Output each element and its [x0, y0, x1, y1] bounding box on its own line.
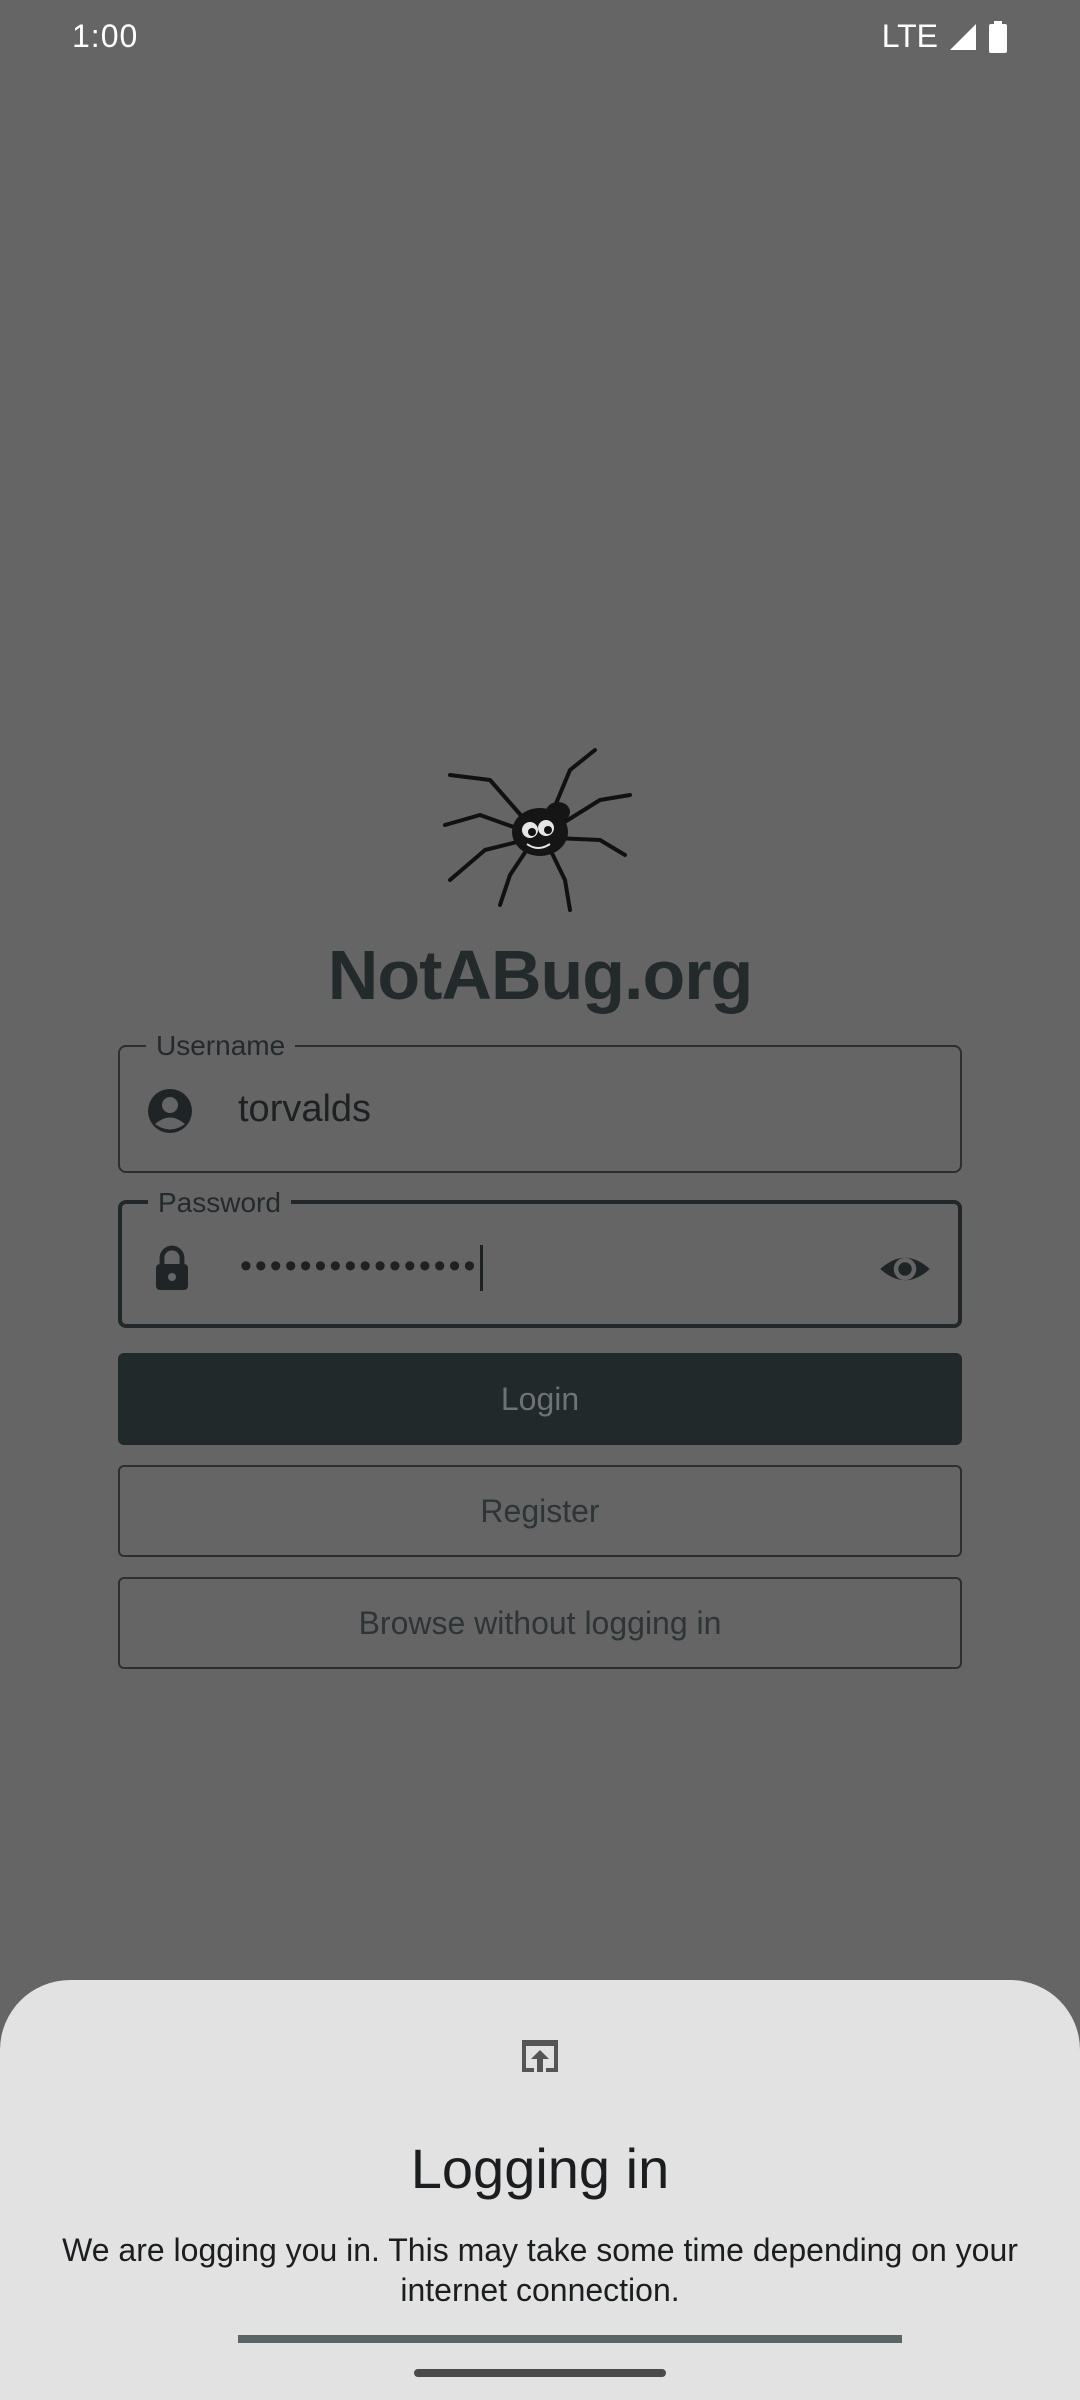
bottom-sheet: Logging in We are logging you in. This m…: [0, 1980, 1080, 2400]
password-value: ••••••••••••••••: [240, 1242, 484, 1292]
browse-without-login-button[interactable]: Browse without logging in: [118, 1577, 962, 1669]
username-field[interactable]: Username torvalds: [118, 1029, 962, 1173]
signal-icon: [950, 23, 976, 50]
password-field[interactable]: Password ••••••••••••••••: [118, 1186, 962, 1328]
progress-fill: [238, 2335, 902, 2343]
text-caret: [480, 1245, 484, 1292]
brand-title: NotABug.org: [327, 936, 753, 1014]
username-value: torvalds: [238, 1088, 372, 1130]
status-bar: 1:00 LTE: [0, 0, 1080, 76]
battery-icon: [989, 20, 1007, 53]
sheet-message: We are logging you in. This may take som…: [62, 2232, 1018, 2308]
progress-bar: [238, 2335, 902, 2343]
register-button[interactable]: Register: [118, 1465, 962, 1557]
spider-logo: [443, 748, 632, 912]
status-icons: LTE: [882, 18, 1008, 55]
login-button[interactable]: Login: [118, 1353, 962, 1445]
sheet-title: Logging in: [410, 2137, 670, 2200]
password-dots: ••••••••••••••••: [240, 1247, 479, 1285]
username-label: Username: [146, 1029, 296, 1063]
status-time: 1:00: [72, 18, 139, 54]
account-circle-icon: [148, 1089, 192, 1133]
password-label: Password: [148, 1186, 291, 1220]
eye-icon[interactable]: [878, 1242, 932, 1296]
open-in-browser-icon: [522, 2040, 558, 2072]
network-type: LTE: [881, 18, 938, 54]
gesture-nav-handle[interactable]: [414, 2369, 666, 2377]
lock-icon: [156, 1245, 188, 1290]
